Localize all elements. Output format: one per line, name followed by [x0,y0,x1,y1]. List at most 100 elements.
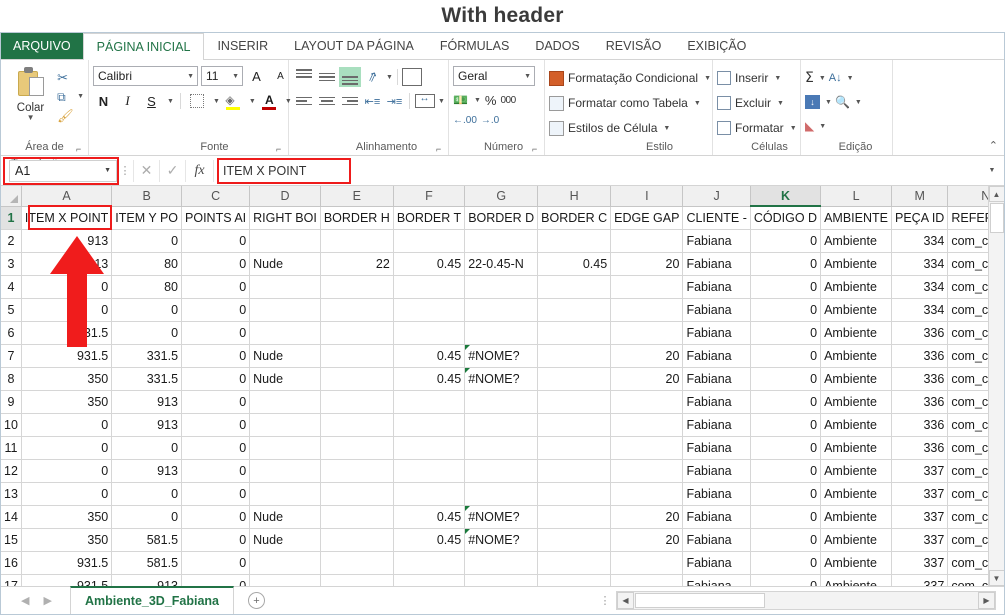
cell-M3[interactable]: 334 [891,252,949,276]
column-header-l[interactable]: L [820,186,892,207]
cell-D17[interactable] [249,574,321,586]
cell-I17[interactable] [610,574,684,586]
cell-G5[interactable] [464,298,539,322]
cell-A7[interactable]: 931.5 [21,344,113,368]
cell-I1[interactable]: EDGE GAP [610,206,684,230]
cell-B7[interactable]: 331.5 [111,344,183,368]
horizontal-split-handle[interactable]: ⋮ [594,587,616,614]
cell-L8[interactable]: Ambiente [820,367,892,391]
cell-F15[interactable]: 0.45 [393,528,466,552]
cell-A1[interactable]: ITEM X POINT [21,206,113,230]
cell-M16[interactable]: 337 [891,551,949,575]
cell-F9[interactable] [393,390,466,414]
column-header-b[interactable]: B [111,186,183,207]
cell-A5[interactable]: 0 [21,298,113,322]
cell-C7[interactable]: 0 [181,344,251,368]
cell-L15[interactable]: Ambiente [820,528,892,552]
cell-E14[interactable] [320,505,394,529]
cell-F12[interactable] [393,459,466,483]
cell-B13[interactable]: 0 [111,482,183,506]
font-name-combo[interactable]: Calibri ▼ [93,66,198,86]
cell-N12[interactable]: com_coz_ [947,459,988,483]
cell-G13[interactable] [464,482,539,506]
cell-L3[interactable]: Ambiente [820,252,892,276]
cell-N10[interactable]: com_coz_ [947,413,988,437]
cell-G7[interactable]: #NOME? [464,344,539,368]
fill-dropdown-icon[interactable]: ▼ [825,99,832,106]
cell-I3[interactable]: 20 [610,252,684,276]
cell-I5[interactable] [610,298,684,322]
cell-K4[interactable]: 0 [750,275,822,299]
column-header-m[interactable]: M [891,186,949,207]
cell-I14[interactable]: 20 [610,505,684,529]
ribbon-tab-layout-da-pagina[interactable]: LAYOUT DA PÁGINA [281,33,427,59]
cell-H12[interactable] [537,459,612,483]
row-header-15[interactable]: 15 [1,528,22,552]
vertical-scrollbar[interactable]: ▲ ▼ [988,186,1004,586]
cell-I16[interactable] [610,551,684,575]
cell-N13[interactable]: com_coz_ [947,482,988,506]
cell-N14[interactable]: com_coz_ [947,505,988,529]
cell-B9[interactable]: 913 [111,390,183,414]
cell-F7[interactable]: 0.45 [393,344,466,368]
cell-F2[interactable] [393,229,466,253]
cell-K11[interactable]: 0 [750,436,822,460]
row-header-11[interactable]: 11 [1,436,22,460]
cell-H2[interactable] [537,229,612,253]
cell-G16[interactable] [464,551,539,575]
cell-I13[interactable] [610,482,684,506]
row-header-17[interactable]: 17 [1,574,22,586]
cell-C17[interactable]: 0 [181,574,251,586]
cell-M13[interactable]: 337 [891,482,949,506]
row-header-7[interactable]: 7 [1,344,22,368]
add-sheet-button[interactable]: + [234,587,279,614]
cell-K6[interactable]: 0 [750,321,822,345]
cell-B2[interactable]: 0 [111,229,183,253]
cell-H13[interactable] [537,482,612,506]
cell-C8[interactable]: 0 [181,367,251,391]
cell-K8[interactable]: 0 [750,367,822,391]
cell-I7[interactable]: 20 [610,344,684,368]
ribbon-tab-formulas[interactable]: FÓRMULAS [427,33,522,59]
cell-M1[interactable]: PEÇA ID [891,206,949,230]
scroll-left-icon[interactable]: ◀ [617,592,634,609]
cell-J3[interactable]: Fabiana [682,252,751,276]
cell-M5[interactable]: 334 [891,298,949,322]
cell-A10[interactable]: 0 [21,413,113,437]
triangle-right-icon[interactable]: ▶ [43,594,51,607]
cell-G11[interactable] [464,436,539,460]
name-box[interactable]: A1 ▼ [9,159,117,182]
cell-C13[interactable]: 0 [181,482,251,506]
underline-button[interactable]: S [141,91,162,111]
cell-M14[interactable]: 337 [891,505,949,529]
cell-B6[interactable]: 0 [111,321,183,345]
cell-L7[interactable]: Ambiente [820,344,892,368]
cell-G9[interactable] [464,390,539,414]
cell-L2[interactable]: Ambiente [820,229,892,253]
cell-G2[interactable] [464,229,539,253]
align-right-button[interactable] [339,91,361,111]
cell-C11[interactable]: 0 [181,436,251,460]
cell-A17[interactable]: 931.5 [21,574,113,586]
formula-input[interactable]: ITEM X POINT [213,157,984,184]
decrease-decimal-button[interactable]: →.0 [481,115,499,126]
cell-J16[interactable]: Fabiana [682,551,751,575]
thousands-format-button[interactable]: 000 [500,95,516,106]
cell-G6[interactable] [464,321,539,345]
cell-F14[interactable]: 0.45 [393,505,466,529]
cell-L11[interactable]: Ambiente [820,436,892,460]
chevron-down-icon[interactable]: ▼ [183,73,194,80]
triangle-left-icon[interactable]: ◀ [21,594,29,607]
cell-H11[interactable] [537,436,612,460]
cell-A15[interactable]: 350 [21,528,113,552]
column-header-i[interactable]: I [610,186,684,207]
cell-K7[interactable]: 0 [750,344,822,368]
cell-K17[interactable]: 0 [750,574,822,586]
cell-A8[interactable]: 350 [21,367,113,391]
cell-A2[interactable]: 913 [21,229,113,253]
cell-L10[interactable]: Ambiente [820,413,892,437]
cell-C1[interactable]: POINTS AI [181,206,251,230]
cell-J2[interactable]: Fabiana [682,229,751,253]
cell-F17[interactable] [393,574,466,586]
expand-formula-bar-icon[interactable]: ▼ [984,167,1000,174]
